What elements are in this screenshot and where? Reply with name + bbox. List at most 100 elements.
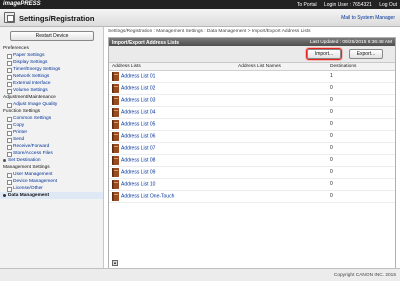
panel-title: Import/Export Address Lists [112,39,180,46]
sidebar-item-store-access-files[interactable]: Store/Access Files [0,150,103,157]
sidebar-item-data-management[interactable]: Data Management [0,192,103,199]
address-list-names-cell [235,94,327,107]
back-to-top-icon[interactable]: ▲ [112,260,118,266]
sidebar-item-set-destination[interactable]: Set Destination [0,157,103,164]
address-book-icon [112,179,119,189]
mail-to-system-manager-link[interactable]: Mail to System Manager [341,15,395,21]
table-header-row: Address Lists Address List Names Destina… [109,63,395,71]
sidebar-item-adjustment-maintenance: Adjustment/Maintenance [3,95,56,100]
address-list-name-link[interactable]: Address List 06 [121,133,155,139]
address-list-names-cell [235,190,327,203]
destinations-cell: 0 [327,142,395,155]
breadcrumb: Settings/Registration : Management Setti… [108,29,311,34]
address-list-cell[interactable]: Address List 08 [109,154,235,167]
address-lists-table: Address Lists Address List Names Destina… [109,63,395,203]
log-out-link[interactable]: Log Out [379,2,397,8]
destinations-cell: 0 [327,94,395,107]
destinations-cell: 0 [327,178,395,191]
sidebar-item-send[interactable]: Send [0,136,103,143]
to-portal-link[interactable]: To Portal [297,2,317,8]
address-list-name-link[interactable]: Address List 10 [121,181,155,187]
address-book-icon [112,71,119,81]
sidebar-item-function-settings: Function Settings [3,109,41,114]
sidebar-item-common-settings[interactable]: Common Settings [0,115,103,122]
table-row[interactable]: Address List 02 0 [109,82,395,95]
address-list-names-cell [235,154,327,167]
address-list-names-cell [235,130,327,143]
address-book-icon [112,83,119,93]
address-book-icon [112,95,119,105]
export-button[interactable]: Export... [349,49,383,59]
sidebar-item-license-other[interactable]: License/Other [0,185,103,192]
address-list-name-link[interactable]: Address List 02 [121,85,155,91]
top-links: To Portal Login User : 7654321 Log Out [291,2,397,8]
page-title: Settings/Registration [19,14,95,23]
sidebar-item-volume-settings[interactable]: Volume Settings [0,87,103,94]
table-body: Address List 01 1 Address List 02 0 Address … [109,70,395,203]
address-book-icon [112,191,119,201]
sidebar-item-preferences: Preferences [3,46,29,51]
address-list-cell[interactable]: Address List 02 [109,82,235,95]
address-list-cell[interactable]: Address List One-Touch [109,190,235,203]
address-list-name-link[interactable]: Address List 08 [121,157,155,163]
address-list-cell[interactable]: Address List 01 [109,70,235,83]
address-list-name-link[interactable]: Address List 03 [121,97,155,103]
destinations-cell: 0 [327,82,395,95]
address-list-names-cell [235,118,327,131]
import-button[interactable]: Import... [307,49,341,59]
sidebar-item-management-settings: Management Settings [3,165,50,170]
address-list-names-cell [235,70,327,83]
address-list-cell[interactable]: Address List 07 [109,142,235,155]
address-list-names-cell [235,166,327,179]
address-list-cell[interactable]: Address List 10 [109,178,235,191]
table-row[interactable]: Address List 04 0 [109,106,395,119]
table-row[interactable]: Address List 07 0 [109,142,395,155]
sidebar-item-adjust-image-quality[interactable]: Adjust Image Quality [0,101,103,108]
address-list-cell[interactable]: Address List 06 [109,130,235,143]
sidebar-item-network-settings[interactable]: Network Settings [0,73,103,80]
address-list-cell[interactable]: Address List 09 [109,166,235,179]
destinations-cell: 1 [327,70,395,83]
table-row[interactable]: Address List 01 1 [109,70,395,83]
address-book-icon [112,131,119,141]
table-row[interactable]: Address List 09 0 [109,166,395,179]
address-list-names-cell [235,82,327,95]
address-list-name-link[interactable]: Address List One-Touch [121,193,174,199]
table-row[interactable]: Address List 08 0 [109,154,395,167]
sidebar-item-user-management[interactable]: User Management [0,171,103,178]
table-row[interactable]: Address List One-Touch 0 [109,190,395,203]
address-book-icon [112,167,119,177]
title-bar: Settings/Registration Mail to System Man… [0,9,400,27]
address-list-names-cell [235,106,327,119]
address-list-cell[interactable]: Address List 05 [109,118,235,131]
address-list-name-link[interactable]: Address List 04 [121,109,155,115]
sidebar-item-paper-settings[interactable]: Paper Settings [0,52,103,59]
sidebar-item-receive-forward[interactable]: Receive/Forward [0,143,103,150]
sidebar-item-display-settings[interactable]: Display Settings [0,59,103,66]
destinations-cell: 0 [327,118,395,131]
panel-header: Import/Export Address Lists Last Updated… [109,38,395,46]
table-row[interactable]: Address List 03 0 [109,94,395,107]
address-list-cell[interactable]: Address List 04 [109,106,235,119]
sidebar-item-timer-energy-settings[interactable]: Timer/Energy Settings [0,66,103,73]
sidebar-item-copy[interactable]: Copy [0,122,103,129]
panel-footer: ▲ [112,260,118,266]
address-list-name-link[interactable]: Address List 09 [121,169,155,175]
copyright-text: Copyright CANON INC. 2015 [333,273,396,278]
sidebar-item-device-management[interactable]: Device Management [0,178,103,185]
table-row[interactable]: Address List 06 0 [109,130,395,143]
table-row[interactable]: Address List 10 0 [109,178,395,191]
address-list-cell[interactable]: Address List 03 [109,94,235,107]
column-header-address-lists: Address Lists [109,63,235,71]
column-header-address-list-names: Address List Names [235,63,327,71]
restart-device-button[interactable]: Restart Device [10,31,94,41]
sidebar-item-printer[interactable]: Printer [0,129,103,136]
address-book-icon [112,119,119,129]
address-list-name-link[interactable]: Address List 05 [121,121,155,127]
sidebar-item-external-interface[interactable]: External Interface [0,80,103,87]
destinations-cell: 0 [327,106,395,119]
address-list-name-link[interactable]: Address List 07 [121,145,155,151]
table-row[interactable]: Address List 05 0 [109,118,395,131]
address-list-name-link[interactable]: Address List 01 [121,73,155,79]
brand-logo: imagePRESS [3,1,41,7]
